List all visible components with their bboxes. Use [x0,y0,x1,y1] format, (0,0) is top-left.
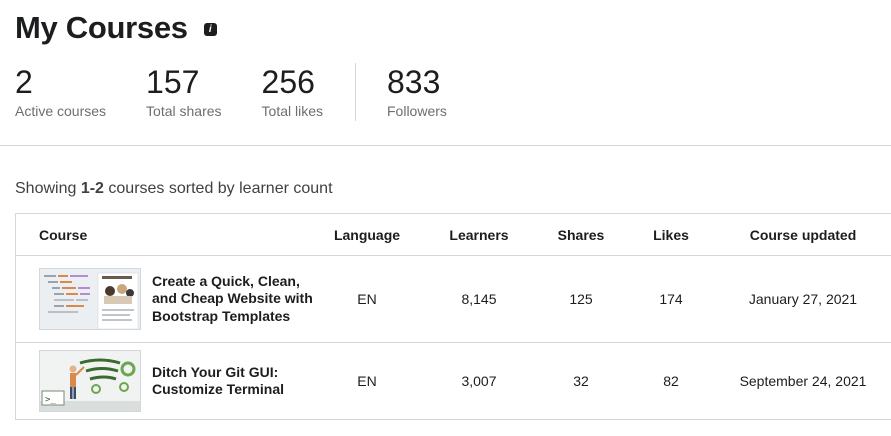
results-summary: Showing 1-2 courses sorted by learner co… [15,180,333,198]
column-header-language: Language [333,226,401,243]
table-row[interactable]: >_ Ditch Your Git GUI: Customize Termina… [16,343,891,419]
column-header-course: Course [39,226,88,243]
course-thumbnail-bootstrap[interactable] [39,268,141,330]
section-divider [0,145,891,146]
course-learners: 3,007 [461,373,497,389]
stat-value: 256 [261,64,315,100]
course-cell[interactable]: Create a Quick, Clean, and Cheap Website… [16,268,316,330]
course-cell[interactable]: >_ Ditch Your Git GUI: Customize Termina… [16,350,316,412]
table-header-row: Course Language Learners Shares Likes Co… [16,214,891,256]
stat-value: 2 [15,64,33,100]
course-language: EN [357,373,377,389]
stat-total-shares: 157 Total shares [146,63,221,119]
summary-prefix: Showing [15,180,81,197]
course-shares: 32 [573,373,589,389]
terminal-thumbnail-icon: >_ [40,351,140,411]
summary-suffix: courses sorted by learner count [103,180,333,197]
page-header: My Courses i [15,10,217,46]
stats-divider [355,63,356,121]
course-updated: January 27, 2021 [748,291,858,307]
stats-bar: 2 Active courses 157 Total shares 256 To… [15,63,487,121]
stat-value: 157 [146,64,200,100]
course-likes: 82 [663,373,679,389]
courses-table: Course Language Learners Shares Likes Co… [15,213,891,420]
course-updated: September 24, 2021 [739,373,867,389]
column-header-learners: Learners [449,226,509,243]
course-learners: 8,145 [461,291,497,307]
column-header-shares: Shares [557,226,605,243]
stat-label: Total shares [146,103,222,119]
info-icon[interactable]: i [203,22,217,36]
stat-label: Active courses [15,103,107,119]
course-likes: 174 [659,291,683,307]
code-thumbnail-icon [40,269,140,329]
course-title[interactable]: Create a Quick, Clean, and Cheap Website… [152,273,316,326]
stat-active-courses: 2 Active courses [15,63,106,119]
table-row[interactable]: Create a Quick, Clean, and Cheap Website… [16,256,891,343]
stat-value: 833 [387,64,441,100]
course-shares: 125 [569,291,593,307]
column-header-likes: Likes [653,226,689,243]
stat-label: Total likes [261,103,323,119]
page-title: My Courses [15,10,188,45]
svg-text:>_: >_ [45,395,56,405]
course-thumbnail-git[interactable]: >_ [39,350,141,412]
stat-followers: 833 Followers [387,63,447,119]
column-header-course-updated: Course updated [749,226,857,243]
summary-range: 1-2 [80,180,104,197]
course-title[interactable]: Ditch Your Git GUI: Customize Terminal [152,364,316,399]
stat-label: Followers [387,103,447,119]
course-language: EN [357,291,377,307]
stat-total-likes: 256 Total likes [262,63,323,119]
